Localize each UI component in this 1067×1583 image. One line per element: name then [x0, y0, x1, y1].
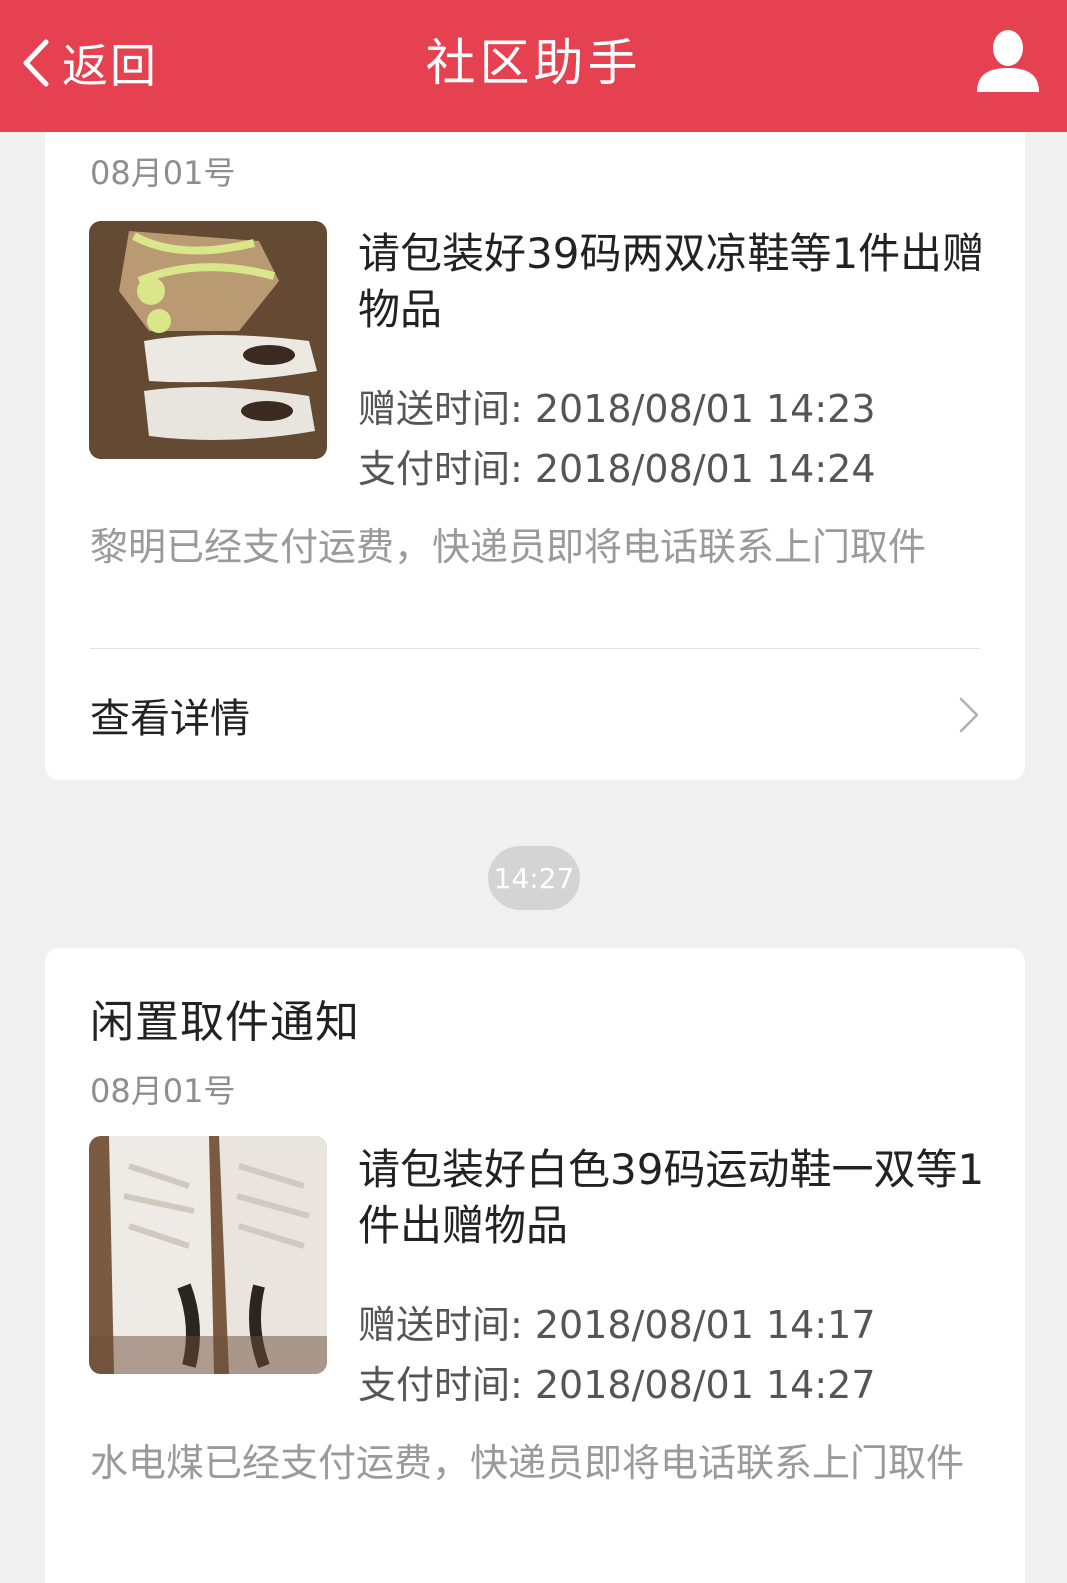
- user-icon[interactable]: [973, 26, 1043, 96]
- message-date: 08月01号: [90, 1072, 236, 1110]
- page-title: 社区助手: [425, 34, 642, 92]
- app-header: 返回 社区助手: [0, 0, 1067, 132]
- message-card: 闲置取件通知 08月01号 请包装好白色39码运动鞋一双等1件出赠物品 赠送时间…: [45, 948, 1025, 1583]
- item-thumbnail[interactable]: [89, 1136, 327, 1374]
- pay-time: 支付时间: 2018/08/01 14:24: [358, 447, 876, 491]
- view-details-label: 查看详情: [90, 696, 250, 742]
- send-time: 赠送时间: 2018/08/01 14:17: [358, 1303, 876, 1347]
- send-time: 赠送时间: 2018/08/01 14:23: [358, 387, 876, 431]
- sneakers-photo: [89, 1136, 327, 1374]
- item-title: 请包装好39码两双凉鞋等1件出赠物品: [358, 229, 985, 334]
- divider: [90, 648, 980, 649]
- message-title: 闲置取件通知: [90, 997, 360, 1048]
- sandals-photo: [89, 221, 327, 459]
- message-description: 水电煤已经支付运费，快递员即将电话联系上门取件: [90, 1441, 965, 1485]
- item-title: 请包装好白色39码运动鞋一双等1件出赠物品: [358, 1145, 985, 1250]
- message-description: 黎明已经支付运费，快递员即将电话联系上门取件: [90, 525, 927, 569]
- time-divider: 14:27: [488, 846, 580, 910]
- view-details-link[interactable]: 查看详情: [90, 680, 980, 750]
- pay-time: 支付时间: 2018/08/01 14:27: [358, 1363, 876, 1407]
- message-date: 08月01号: [90, 154, 236, 192]
- message-card: 08月01号 请包装好39码两双凉鞋等1件出赠物品 赠送时间: 2018/08/…: [45, 120, 1025, 780]
- item-thumbnail[interactable]: [89, 221, 327, 459]
- chevron-right-icon: [959, 697, 979, 733]
